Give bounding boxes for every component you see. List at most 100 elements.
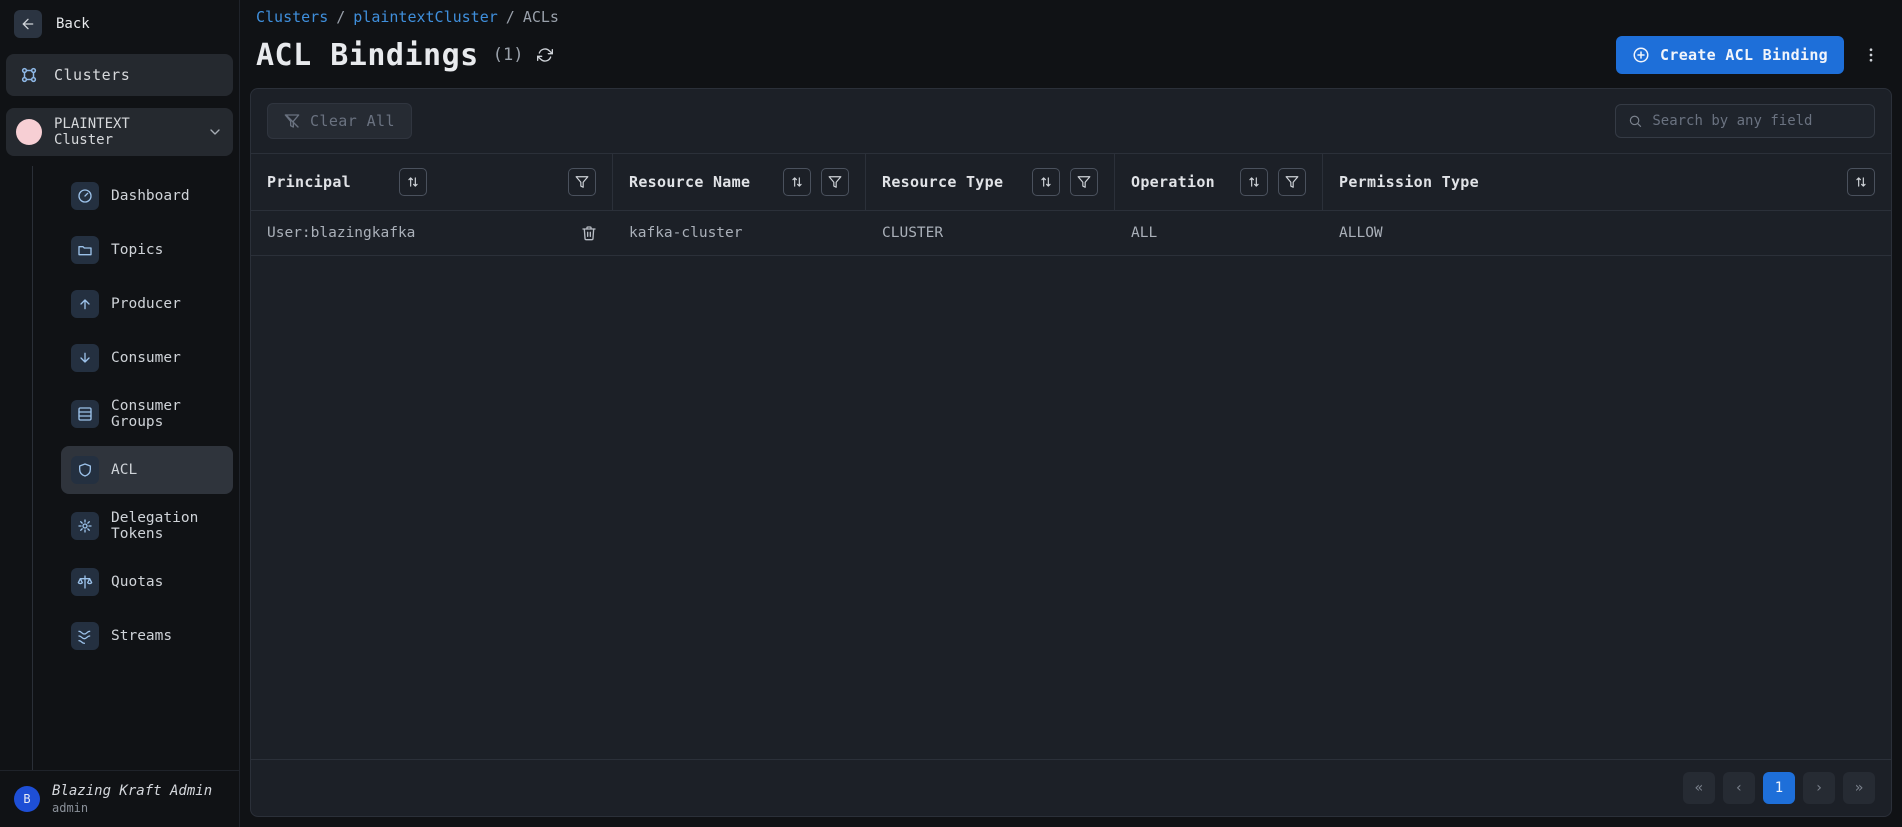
title-row: ACL Bindings (1) Create ACL Binding	[256, 36, 1886, 74]
clusters-section-label: Clusters	[54, 66, 130, 84]
sidebar-nav: Dashboard Topics Producer Consumer Consu…	[32, 166, 239, 770]
sort-permission-type-button[interactable]	[1847, 168, 1875, 196]
sort-principal-button[interactable]	[399, 168, 427, 196]
token-icon	[71, 512, 99, 540]
back-bar: Back	[0, 0, 239, 48]
back-label: Back	[56, 16, 90, 32]
filter-icon	[1077, 175, 1091, 189]
sort-icon	[790, 175, 804, 189]
sidebar-item-label: Streams	[111, 628, 172, 644]
filter-icon	[828, 175, 842, 189]
count-badge: (1)	[493, 45, 524, 65]
chevron-down-icon	[207, 124, 223, 140]
cell-resource-type: CLUSTER	[882, 225, 1099, 241]
sort-operation-button[interactable]	[1240, 168, 1268, 196]
cell-resource-name: kafka-cluster	[629, 225, 850, 241]
sidebar-item-dashboard[interactable]: Dashboard	[61, 172, 233, 220]
plus-circle-icon	[1632, 46, 1650, 64]
pager-prev[interactable]: ‹	[1723, 772, 1755, 804]
groups-icon	[71, 400, 99, 428]
breadcrumb-cluster-name[interactable]: plaintextCluster	[353, 8, 498, 26]
user-name: Blazing Kraft Admin	[52, 783, 212, 799]
th-principal: Principal	[267, 173, 389, 191]
table-body: User:blazingkafka kafka-cluster CLUSTER …	[251, 210, 1891, 759]
delete-row-button[interactable]	[581, 225, 597, 241]
clusters-section-button[interactable]: Clusters	[6, 54, 233, 96]
user-role: admin	[52, 801, 212, 815]
user-bar[interactable]: B Blazing Kraft Admin admin	[0, 770, 239, 827]
folder-icon	[71, 236, 99, 264]
filter-off-icon	[284, 113, 300, 129]
cell-principal: User:blazingkafka	[267, 225, 571, 241]
filter-resource-type-button[interactable]	[1070, 168, 1098, 196]
cluster-avatar	[16, 119, 42, 145]
sidebar: Back Clusters PLAINTEXT Cluster Dashboar…	[0, 0, 240, 827]
cell-permission-type: ALLOW	[1339, 225, 1875, 241]
sidebar-item-label: Consumer	[111, 350, 181, 366]
sidebar-item-label: Delegation Tokens	[111, 510, 223, 542]
search-input[interactable]	[1652, 113, 1862, 129]
pager-next[interactable]: ›	[1803, 772, 1835, 804]
upload-icon	[71, 290, 99, 318]
filter-icon	[575, 175, 589, 189]
create-acl-binding-button[interactable]: Create ACL Binding	[1616, 36, 1844, 74]
clear-all-button[interactable]: Clear All	[267, 103, 412, 139]
user-avatar: B	[14, 786, 40, 812]
breadcrumb-sep: /	[506, 8, 515, 26]
sidebar-item-label: Consumer Groups	[111, 398, 223, 430]
breadcrumb-clusters[interactable]: Clusters	[256, 8, 328, 26]
download-icon	[71, 344, 99, 372]
sidebar-item-label: Dashboard	[111, 188, 190, 204]
back-button[interactable]	[14, 10, 42, 38]
more-actions-button[interactable]	[1856, 40, 1886, 70]
acl-table-card: Clear All Principal Resource Name Resour…	[250, 88, 1892, 817]
sidebar-item-label: ACL	[111, 462, 137, 478]
breadcrumb-current: ACLs	[523, 8, 559, 26]
pager: « ‹ 1 › »	[251, 759, 1891, 816]
table-header: Principal Resource Name Resource Type Op…	[251, 153, 1891, 210]
sidebar-item-topics[interactable]: Topics	[61, 226, 233, 274]
sort-icon	[1247, 175, 1261, 189]
clear-all-label: Clear All	[310, 112, 395, 130]
table-row[interactable]: User:blazingkafka kafka-cluster CLUSTER …	[251, 210, 1891, 256]
cluster-select[interactable]: PLAINTEXT Cluster	[6, 108, 233, 156]
sort-resource-type-button[interactable]	[1032, 168, 1060, 196]
pager-first[interactable]: «	[1683, 772, 1715, 804]
arrow-left-icon	[20, 16, 36, 32]
pager-page-current[interactable]: 1	[1763, 772, 1795, 804]
search-box[interactable]	[1615, 104, 1875, 138]
main: Clusters / plaintextCluster / ACLs ACL B…	[240, 0, 1902, 827]
cluster-select-label: PLAINTEXT Cluster	[54, 116, 195, 148]
sidebar-item-label: Producer	[111, 296, 181, 312]
sidebar-item-consumer-groups[interactable]: Consumer Groups	[61, 388, 233, 440]
th-operation: Operation	[1131, 173, 1230, 191]
sidebar-item-quotas[interactable]: Quotas	[61, 558, 233, 606]
sidebar-item-acl[interactable]: ACL	[61, 446, 233, 494]
sidebar-item-delegation-tokens[interactable]: Delegation Tokens	[61, 500, 233, 552]
gauge-icon	[71, 182, 99, 210]
trash-icon	[581, 225, 597, 241]
refresh-button[interactable]	[537, 47, 553, 63]
filter-principal-button[interactable]	[568, 168, 596, 196]
kebab-icon	[1862, 46, 1880, 64]
sidebar-item-producer[interactable]: Producer	[61, 280, 233, 328]
filter-icon	[1285, 175, 1299, 189]
sidebar-item-label: Topics	[111, 242, 163, 258]
th-permission-type: Permission Type	[1339, 173, 1837, 191]
toolbar: Clear All	[251, 89, 1891, 153]
filter-resource-name-button[interactable]	[821, 168, 849, 196]
clusters-icon	[18, 64, 40, 86]
filter-operation-button[interactable]	[1278, 168, 1306, 196]
shield-icon	[71, 456, 99, 484]
refresh-icon	[537, 47, 553, 63]
page-title: ACL Bindings	[256, 38, 479, 73]
sort-resource-name-button[interactable]	[783, 168, 811, 196]
header: Clusters / plaintextCluster / ACLs ACL B…	[240, 0, 1902, 88]
sidebar-item-consumer[interactable]: Consumer	[61, 334, 233, 382]
pager-last[interactable]: »	[1843, 772, 1875, 804]
streams-icon	[71, 622, 99, 650]
sidebar-item-streams[interactable]: Streams	[61, 612, 233, 660]
breadcrumb: Clusters / plaintextCluster / ACLs	[256, 8, 1886, 26]
search-icon	[1628, 113, 1642, 129]
th-resource-name: Resource Name	[629, 173, 773, 191]
